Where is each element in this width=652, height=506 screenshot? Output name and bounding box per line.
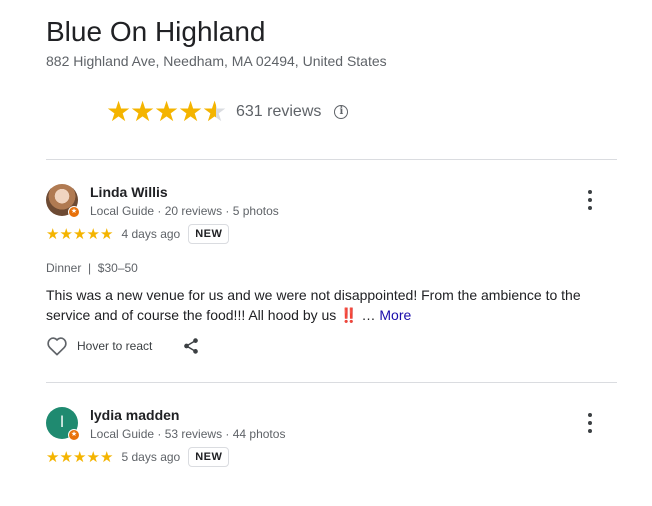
review-text: This was a new venue for us and we were … xyxy=(46,285,606,325)
star-icon: ★ xyxy=(130,96,156,127)
react-row: Hover to react xyxy=(46,336,200,356)
star-icon: ★ xyxy=(178,96,204,127)
review-date: 4 days ago xyxy=(121,227,181,241)
rating-stars: ★ ★ ★ ★ ★ ★ xyxy=(106,96,228,127)
star-icon: ★ xyxy=(154,96,180,127)
review-rating-row: ★ ★ ★ ★ ★ 5 days ago NEW xyxy=(46,447,230,467)
rating-summary: ★ ★ ★ ★ ★ ★ 631 reviews i xyxy=(106,96,349,127)
place-address: 882 Highland Ave, Needham, MA 02494, Uni… xyxy=(46,53,387,69)
review-stars: ★ ★ ★ ★ ★ xyxy=(46,448,114,466)
star-icon: ★ xyxy=(106,96,132,127)
author-meta: Local Guide · 20 reviews · 5 photos xyxy=(90,204,279,218)
review-body: This was a new venue for us and we were … xyxy=(46,287,581,323)
heart-icon[interactable] xyxy=(46,336,68,356)
author-meta: Local Guide · 53 reviews · 44 photos xyxy=(90,427,286,441)
divider xyxy=(46,382,617,383)
info-icon[interactable]: i xyxy=(334,105,349,119)
review-author[interactable]: Linda Willis xyxy=(90,184,168,200)
react-label[interactable]: Hover to react xyxy=(77,339,152,353)
review-author[interactable]: lydia madden xyxy=(90,407,179,423)
meal-info: Dinner | $30–50 xyxy=(46,261,138,275)
new-badge: NEW xyxy=(188,447,230,467)
review-count[interactable]: 631 reviews xyxy=(236,103,321,121)
new-badge: NEW xyxy=(188,224,230,244)
review-date: 5 days ago xyxy=(121,450,181,464)
more-link[interactable]: More xyxy=(379,307,411,323)
place-title: Blue On Highland xyxy=(46,16,266,47)
more-options-icon[interactable] xyxy=(587,413,593,433)
divider xyxy=(46,159,617,160)
share-icon[interactable] xyxy=(182,337,200,355)
review-stars: ★ ★ ★ ★ ★ xyxy=(46,225,114,243)
half-star-icon: ★ ★ xyxy=(202,96,228,127)
review-rating-row: ★ ★ ★ ★ ★ 4 days ago NEW xyxy=(46,224,230,244)
more-options-icon[interactable] xyxy=(587,190,593,210)
local-guide-badge-icon: ★ xyxy=(68,429,80,441)
local-guide-badge-icon: ★ xyxy=(68,206,80,218)
